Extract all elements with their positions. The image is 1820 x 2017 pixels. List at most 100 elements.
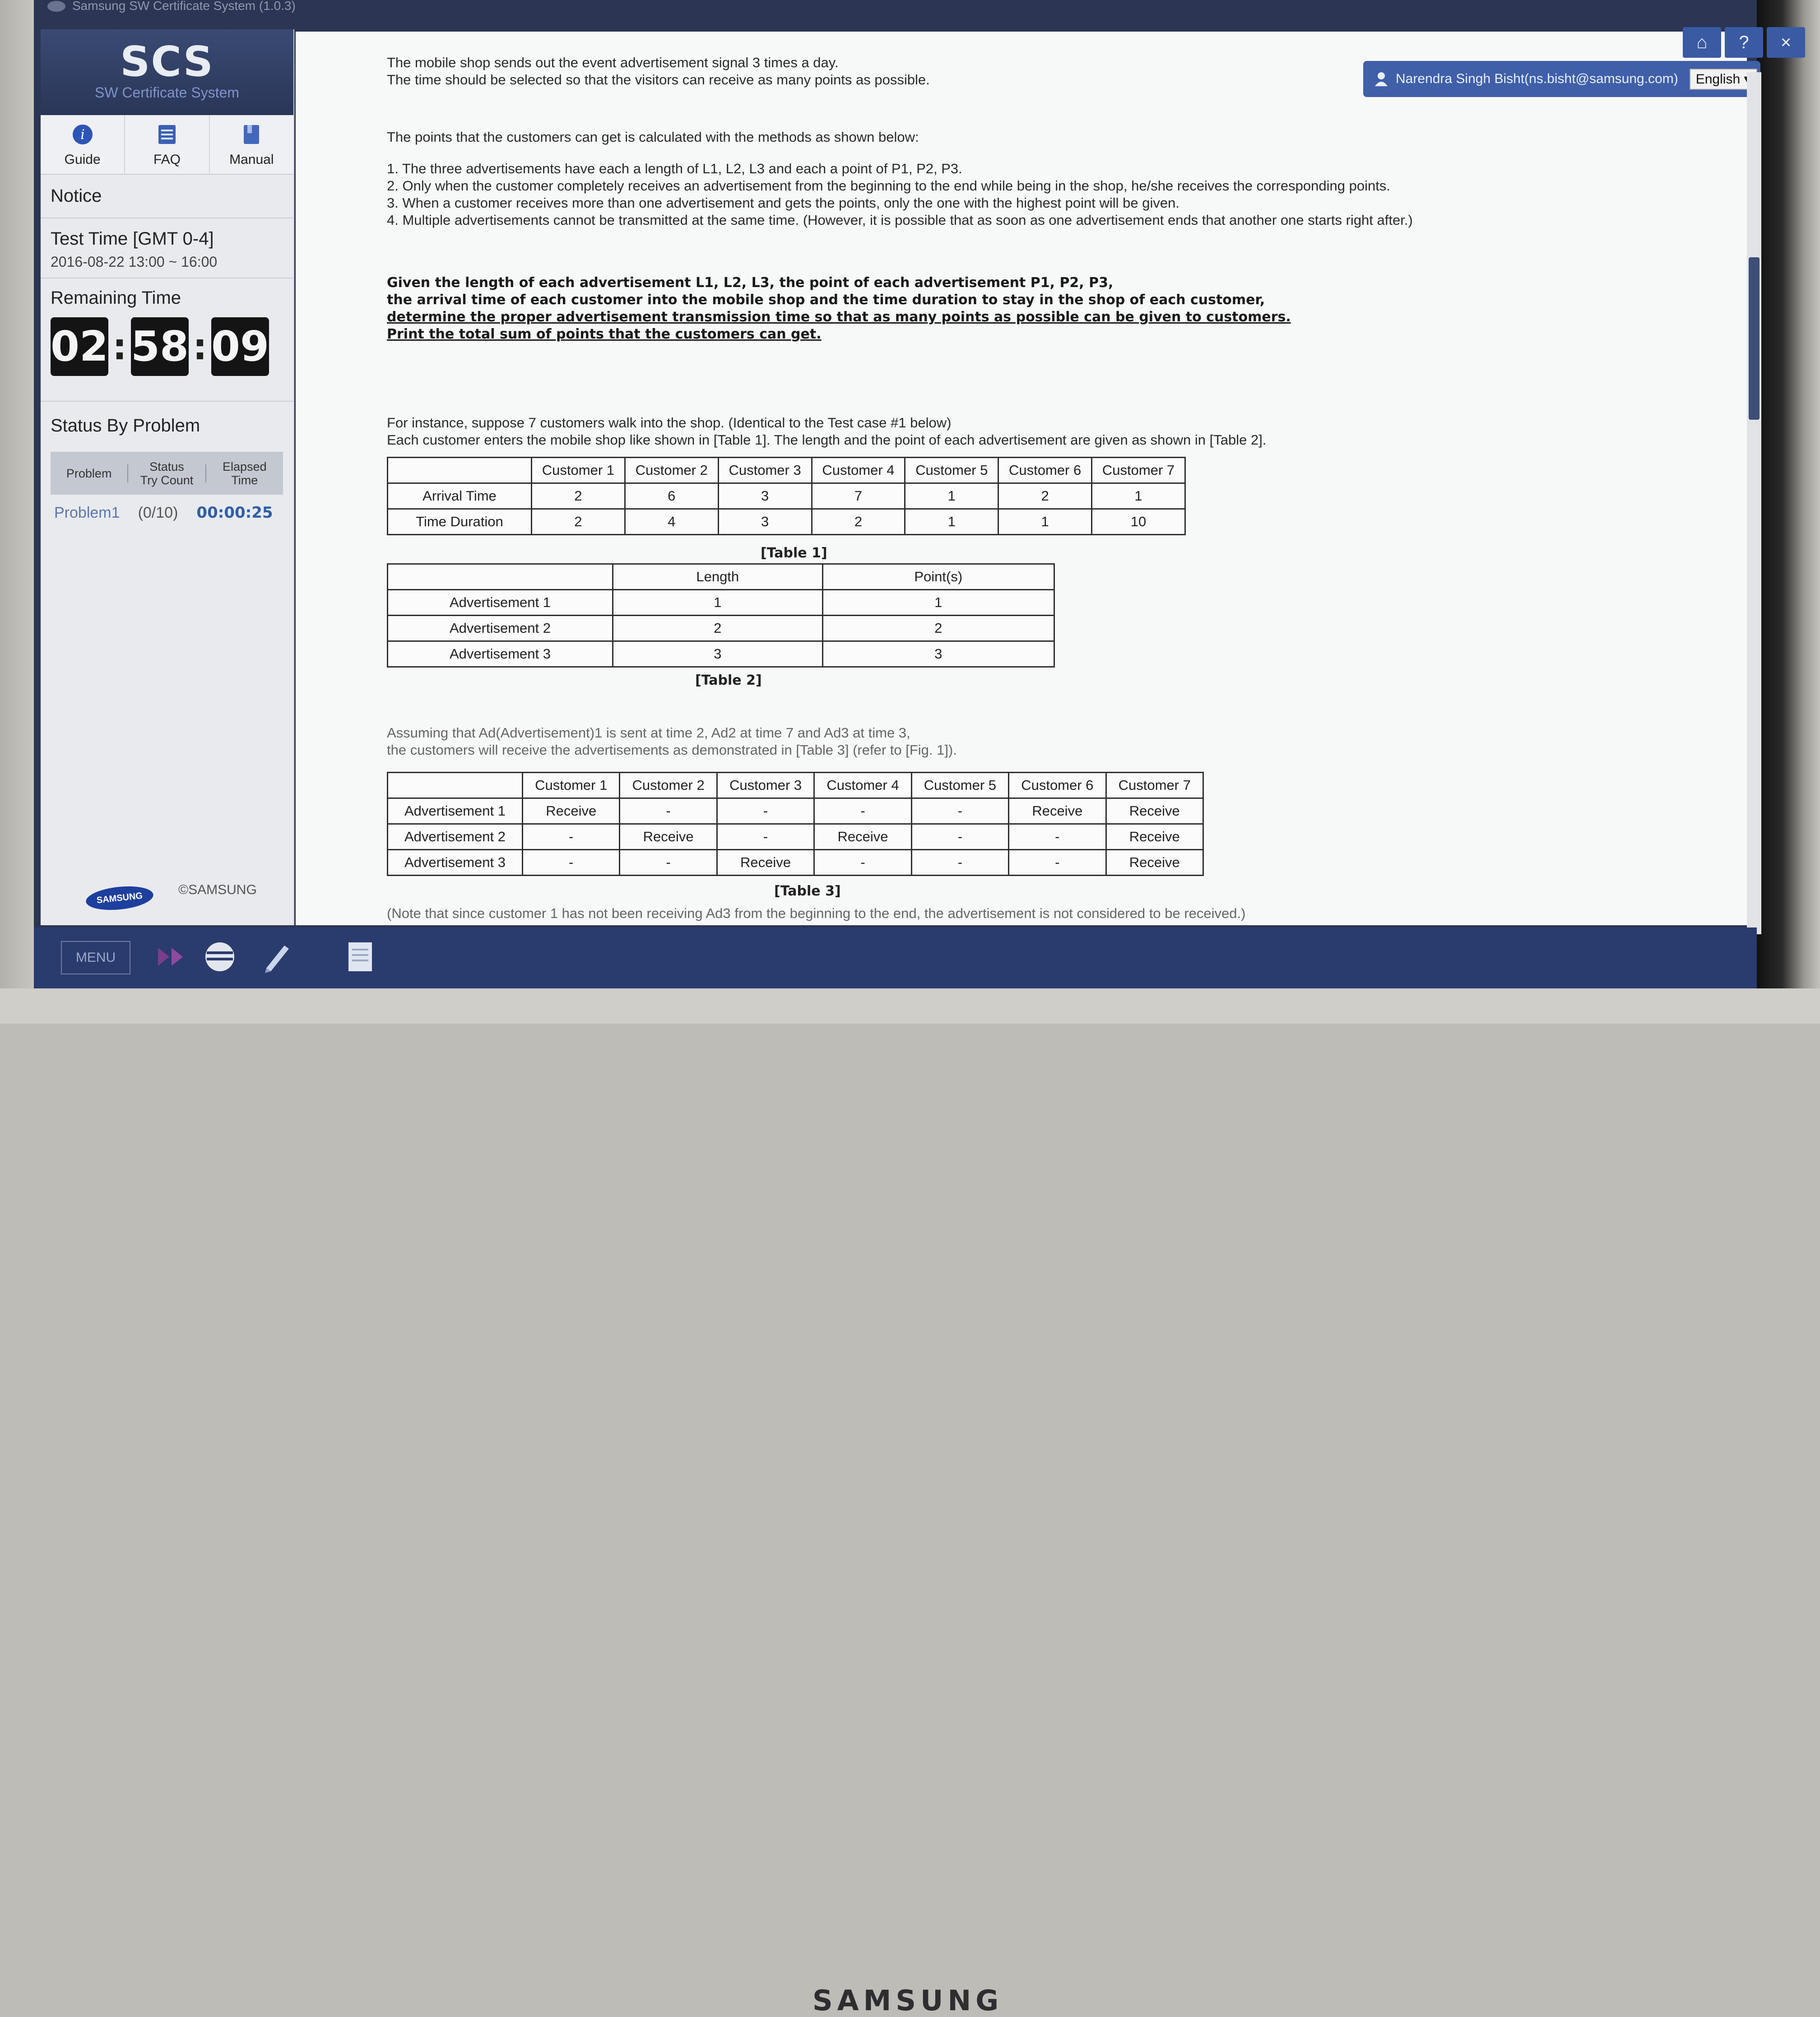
faq-button[interactable]: FAQ — [125, 115, 210, 174]
elapsed-time: 00:00:25 — [196, 504, 273, 522]
example-line: For instance, suppose 7 customers walk i… — [387, 415, 952, 431]
remaining-time-title: Remaining Time — [51, 288, 181, 308]
table-header-cell: Customer 6 — [1008, 772, 1107, 799]
note-text: (Note that since customer 1 has not been… — [387, 905, 1246, 921]
info-icon: i — [72, 125, 93, 144]
table-cell: 3 — [717, 482, 812, 510]
assumption-text: Assuming that Ad(Advertisement)1 is sent… — [387, 724, 957, 759]
window-controls: ⌂ ? × — [1679, 27, 1805, 58]
rule-item: 4. Multiple advertisements cannot be tra… — [387, 212, 1413, 228]
table-cell: 1 — [998, 508, 1093, 535]
table-header-cell: Customer 7 — [1105, 772, 1204, 799]
status-table-header: Problem Status Try Count Elapsed Time — [51, 452, 283, 495]
example-line: Each customer enters the mobile shop lik… — [387, 432, 1267, 448]
table-cell: - — [813, 798, 912, 825]
status-section: Status By Problem Problem Status Try Cou… — [41, 402, 293, 538]
status-col-status: Status Try Count — [128, 460, 205, 487]
monitor-bezel-right — [1757, 0, 1820, 1024]
task-line: Print the total sum of points that the c… — [387, 326, 822, 342]
table-cell: - — [1008, 823, 1107, 850]
table-header-cell: Customer 2 — [624, 457, 719, 484]
table-header-cell: Customer 1 — [531, 457, 626, 484]
table-cell: 6 — [624, 482, 719, 510]
problem-row[interactable]: Problem1 (0/10) 00:00:25 — [51, 499, 283, 526]
user-icon — [1375, 72, 1388, 86]
table-cell: 2 — [612, 615, 823, 642]
table-cell: 2 — [822, 615, 1055, 642]
scrollbar-thumb[interactable] — [1749, 257, 1760, 420]
scs-subtitle: SW Certificate System — [94, 84, 240, 101]
taskbar: MENU — [34, 927, 1757, 988]
test-time-title: Test Time [GMT 0-4] — [51, 229, 214, 249]
media-icon[interactable] — [153, 939, 187, 975]
sidebar: SCS SW Certificate System i Guide FAQ Ma… — [41, 29, 294, 925]
table-row: Advertisement 1 1 1 — [387, 589, 1055, 616]
network-icon[interactable] — [203, 939, 237, 975]
scs-header: SCS SW Certificate System — [41, 29, 293, 115]
status-col-problem: Problem — [66, 466, 112, 480]
table-cell: - — [910, 823, 1010, 850]
problem-content: The mobile shop sends out the event adve… — [296, 32, 1747, 925]
table-cell: 2 — [998, 482, 1093, 510]
problem-link[interactable]: Problem1 — [51, 504, 126, 522]
status-col-try-count-label: Try Count — [140, 473, 194, 487]
screen: Samsung SW Certificate System (1.0.3) SC… — [34, 0, 1805, 988]
status-col-status-label: Status — [149, 459, 184, 473]
table-header-cell: Customer 5 — [910, 772, 1010, 799]
table-header-cell: Customer 4 — [813, 772, 912, 799]
assumption-line: Assuming that Ad(Advertisement)1 is sent… — [387, 725, 910, 741]
table-cell: Receive — [716, 849, 815, 876]
table-cell: 1 — [822, 589, 1055, 616]
table-cell: - — [716, 798, 815, 825]
table-row: Advertisement 2 2 2 — [387, 615, 1055, 642]
table3-caption: [Table 3] — [774, 883, 841, 899]
table-cell: 7 — [811, 482, 906, 510]
points-intro: The points that the customers can get is… — [387, 129, 919, 145]
monitor-bezel-left — [0, 0, 34, 1024]
table1-caption: [Table 1] — [761, 545, 827, 561]
table-header-cell: Customer 3 — [717, 457, 812, 484]
status-col-elapsed: Elapsed Time — [206, 460, 283, 487]
home-button[interactable]: ⌂ — [1683, 27, 1721, 58]
table-header-cell — [387, 457, 532, 484]
table-cell: Advertisement 3 — [387, 640, 613, 668]
table-cell: Advertisement 2 — [387, 823, 523, 850]
rule-item: 1. The three advertisements have each a … — [387, 161, 962, 176]
manual-button[interactable]: Manual — [210, 115, 293, 174]
table-row: Advertisement 1 Receive - - - - Receive … — [387, 798, 1204, 825]
example-text: For instance, suppose 7 customers walk i… — [387, 414, 1266, 449]
notice-title: Notice — [51, 186, 102, 206]
manual-icon — [244, 125, 260, 144]
help-button[interactable]: ? — [1725, 27, 1763, 58]
table-cell: - — [521, 849, 621, 876]
table-cell: - — [716, 823, 815, 850]
pen-icon[interactable] — [260, 939, 293, 975]
table-header-cell: Length — [612, 563, 823, 590]
notice-section[interactable]: Notice — [41, 175, 293, 218]
table-cell: 1 — [1091, 482, 1186, 510]
reception-table: Customer 1 Customer 2 Customer 3 Custome… — [387, 772, 1204, 876]
monitor-brand: SAMSUNG — [812, 1984, 1003, 2017]
rules-list: 1. The three advertisements have each a … — [387, 160, 1413, 229]
table-cell: - — [521, 823, 621, 850]
test-time-section: Test Time [GMT 0-4] 2016-08-22 13:00 ~ 1… — [41, 219, 293, 278]
table-cell: - — [910, 798, 1010, 825]
table-header-cell: Customer 4 — [811, 457, 906, 484]
table2-caption: [Table 2] — [695, 672, 762, 688]
content-scrollbar[interactable] — [1747, 72, 1761, 934]
try-count: (0/10) — [138, 504, 178, 521]
guide-button[interactable]: i Guide — [41, 115, 125, 174]
clock-separator: : — [193, 325, 207, 368]
guide-label: Guide — [64, 152, 101, 167]
table-cell: 2 — [531, 482, 626, 510]
table-row: Time Duration 2 4 3 2 1 1 10 — [387, 508, 1186, 535]
status-col-time-label: Time — [231, 473, 258, 487]
manual-label: Manual — [229, 152, 274, 167]
menu-button[interactable]: MENU — [61, 941, 130, 974]
advertisements-table: Length Point(s) Advertisement 1 1 1 Adve… — [387, 563, 1055, 668]
close-button[interactable]: × — [1767, 27, 1805, 58]
task-line: determine the proper advertisement trans… — [387, 309, 1291, 325]
table-cell: 1 — [612, 589, 823, 616]
document-icon[interactable] — [343, 939, 377, 975]
status-col-elapsed-label: Elapsed — [223, 459, 267, 473]
